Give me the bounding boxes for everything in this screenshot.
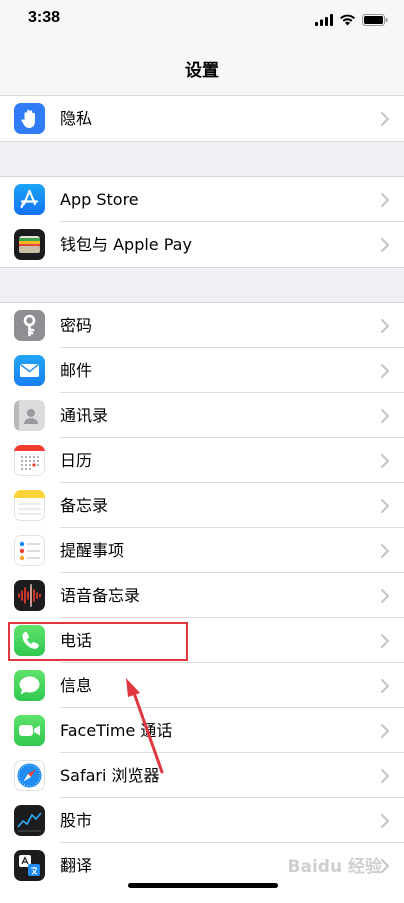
home-indicator[interactable] xyxy=(128,883,278,888)
arrow-annotation-icon xyxy=(126,678,164,774)
watermark: Baidu 经验 xyxy=(287,857,382,877)
